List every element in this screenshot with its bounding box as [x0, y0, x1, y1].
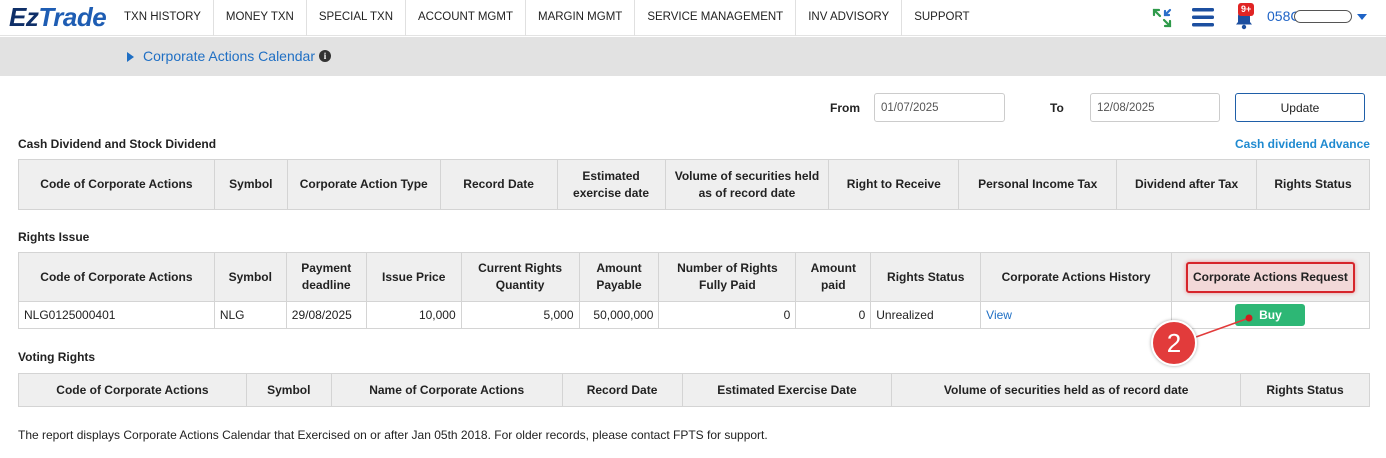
annotation-pointer-line: [1195, 314, 1253, 338]
report-footnote: The report displays Corporate Actions Ca…: [18, 428, 768, 442]
step-marker: 2: [1151, 320, 1197, 366]
